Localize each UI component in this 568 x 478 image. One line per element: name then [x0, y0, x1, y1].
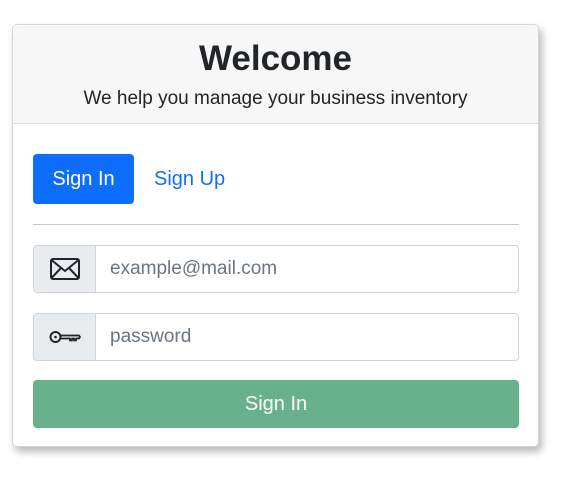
email-addon [33, 245, 95, 293]
key-icon [49, 331, 81, 343]
page-subtitle: We help you manage your business invento… [83, 88, 468, 109]
divider [33, 224, 519, 225]
auth-tabs: Sign In Sign Up [33, 154, 225, 204]
email-input-group [33, 245, 519, 293]
envelope-icon [49, 258, 80, 280]
email-field[interactable] [95, 245, 519, 293]
tab-sign-in[interactable]: Sign In [33, 154, 134, 204]
password-input-group [33, 313, 519, 361]
sign-in-button[interactable]: Sign In [33, 380, 519, 428]
card-header: Welcome We help you manage your business… [13, 25, 538, 124]
auth-card: Welcome We help you manage your business… [12, 24, 539, 447]
password-addon [33, 313, 95, 361]
page-title: Welcome [198, 39, 353, 78]
password-field[interactable] [95, 313, 519, 361]
tab-sign-up[interactable]: Sign Up [154, 168, 225, 191]
